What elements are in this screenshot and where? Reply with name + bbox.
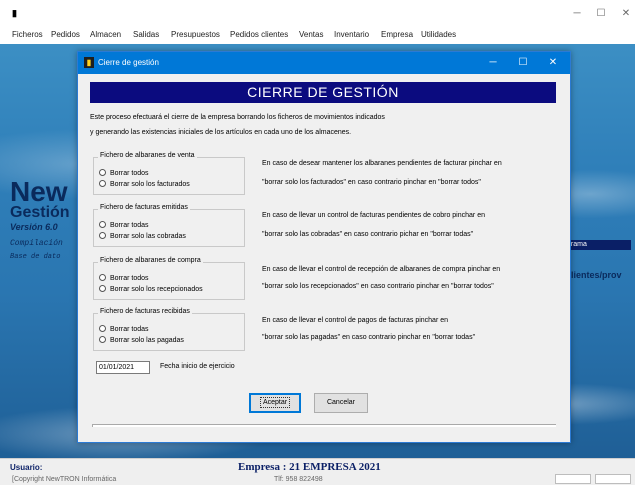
closing-dialog: ▮ Cierre de gestión ─ ☐ ✕ CIERRE DE GEST…: [77, 51, 571, 443]
status-panel: [555, 474, 591, 484]
group3-description-line1: En caso de llevar el control de recepció…: [262, 266, 501, 273]
group4-description-line2: "borrar solo las pagadas" en caso contra…: [262, 334, 476, 341]
dialog-title: Cierre de gestión: [98, 58, 159, 67]
group2-description-line1: En caso de llevar un control de facturas…: [262, 212, 485, 219]
compilation-text: Compilación: [10, 239, 63, 248]
menu-ficheros[interactable]: Ficheros: [12, 30, 43, 39]
dialog-banner: CIERRE DE GESTIÓN: [90, 82, 556, 103]
menu-presupuestos[interactable]: Presupuestos: [171, 30, 220, 39]
user-label: Usuario:: [10, 463, 43, 472]
group-albaranes-venta: Fichero de albaranes de venta Borrar tod…: [93, 152, 245, 195]
menu-inventario[interactable]: Inventario: [334, 30, 369, 39]
accept-button[interactable]: Aceptar: [249, 393, 301, 413]
cancel-button[interactable]: Cancelar: [314, 393, 368, 413]
radio-circle-icon: [99, 285, 106, 292]
radio-borrar-facturados[interactable]: Borrar solo los facturados: [99, 180, 190, 189]
radio-borrar-cobradas[interactable]: Borrar solo las cobradas: [99, 232, 186, 241]
group3-description-line2: "borrar solo los recepcionados" en caso …: [262, 283, 494, 290]
maximize-button[interactable]: ☐: [594, 8, 608, 20]
app-icon: ▮: [12, 8, 17, 18]
radio-circle-icon: [99, 274, 106, 281]
radio-label: Borrar todos: [110, 275, 149, 282]
radio-borrar-todas[interactable]: Borrar todas: [99, 325, 149, 334]
start-date-label: Fecha inicio de ejercicio: [160, 363, 235, 370]
group-legend: Fichero de facturas emitidas: [98, 204, 190, 211]
group1-description-line1: En caso de desear mantener los albaranes…: [262, 160, 502, 167]
dialog-titlebar[interactable]: ▮ Cierre de gestión ─ ☐ ✕: [78, 52, 570, 74]
radio-label: Borrar todas: [110, 222, 149, 229]
menu-ventas[interactable]: Ventas: [299, 30, 323, 39]
group-legend: Fichero de albaranes de compra: [98, 257, 203, 264]
radio-circle-icon: [99, 180, 106, 187]
minimize-button[interactable]: ─: [570, 8, 584, 20]
group-legend: Fichero de facturas recibidas: [98, 308, 192, 315]
accept-button-label: Aceptar: [259, 397, 291, 408]
dialog-minimize-button[interactable]: ─: [486, 56, 500, 69]
brand-subtitle: Gestión: [10, 204, 70, 221]
radio-borrar-todas[interactable]: Borrar todas: [99, 221, 149, 230]
close-button[interactable]: ✕: [619, 8, 633, 20]
menu-almacen[interactable]: Almacen: [90, 30, 121, 39]
company-label: Empresa : 21 EMPRESA 2021: [238, 461, 381, 473]
program-badge: grama: [565, 240, 631, 250]
status-panel: [595, 474, 631, 484]
menu-utilidades[interactable]: Utilidades: [421, 30, 456, 39]
group1-description-line2: "borrar solo los facturados" en caso con…: [262, 179, 481, 186]
radio-circle-icon: [99, 169, 106, 176]
radio-circle-icon: [99, 232, 106, 239]
group-facturas-recibidas: Fichero de facturas recibidas Borrar tod…: [93, 308, 245, 351]
progress-bar: [92, 424, 556, 427]
phone-text: Tlf: 958 822498: [274, 476, 323, 483]
radio-label: Borrar todas: [110, 326, 149, 333]
menu-pedidos[interactable]: Pedidos: [51, 30, 80, 39]
menu-salidas[interactable]: Salidas: [133, 30, 159, 39]
intro-text-line2: y generando las existencias iniciales de…: [90, 129, 352, 136]
radio-label: Borrar solo las cobradas: [110, 233, 186, 240]
intro-text-line1: Este proceso efectuará el cierre de la e…: [90, 114, 385, 121]
database-text: Base de dato: [10, 253, 61, 261]
radio-label: Borrar todos: [110, 170, 149, 177]
radio-borrar-todos[interactable]: Borrar todos: [99, 274, 149, 283]
dialog-maximize-button[interactable]: ☐: [516, 56, 530, 69]
group-albaranes-compra: Fichero de albaranes de compra Borrar to…: [93, 257, 245, 300]
radio-borrar-todos[interactable]: Borrar todos: [99, 169, 149, 178]
start-date-input[interactable]: 01/01/2021: [96, 361, 150, 374]
radio-circle-icon: [99, 336, 106, 343]
group2-description-line2: "borrar solo las cobradas" en caso contr…: [262, 231, 474, 238]
radio-borrar-pagadas[interactable]: Borrar solo las pagadas: [99, 336, 184, 345]
menu-pedidos-clientes[interactable]: Pedidos clientes: [230, 30, 288, 39]
status-bar: Usuario: Empresa : 21 EMPRESA 2021 [Copy…: [0, 458, 635, 485]
dialog-app-icon: ▮: [84, 57, 94, 68]
radio-circle-icon: [99, 221, 106, 228]
radio-circle-icon: [99, 325, 106, 332]
radio-label: Borrar solo los recepcionados: [110, 286, 203, 293]
menu-bar: Ficheros Pedidos Almacen Salidas Presupu…: [0, 28, 635, 44]
radio-label: Borrar solo las pagadas: [110, 337, 184, 344]
app-titlebar: ▮ ─ ☐ ✕: [0, 0, 635, 28]
group4-description-line1: En caso de llevar el control de pagos de…: [262, 317, 449, 324]
menu-empresa[interactable]: Empresa: [381, 30, 413, 39]
copyright-text: [Copyright NewTRON Informática: [12, 476, 117, 483]
dialog-close-button[interactable]: ✕: [546, 56, 560, 69]
radio-label: Borrar solo los facturados: [110, 181, 190, 188]
clients-link[interactable]: clientes/prov: [566, 270, 622, 280]
radio-borrar-recepcionados[interactable]: Borrar solo los recepcionados: [99, 285, 203, 294]
group-legend: Fichero de albaranes de venta: [98, 152, 197, 159]
group-facturas-emitidas: Fichero de facturas emitidas Borrar toda…: [93, 204, 245, 247]
version-text: Versión 6.0: [10, 222, 58, 232]
